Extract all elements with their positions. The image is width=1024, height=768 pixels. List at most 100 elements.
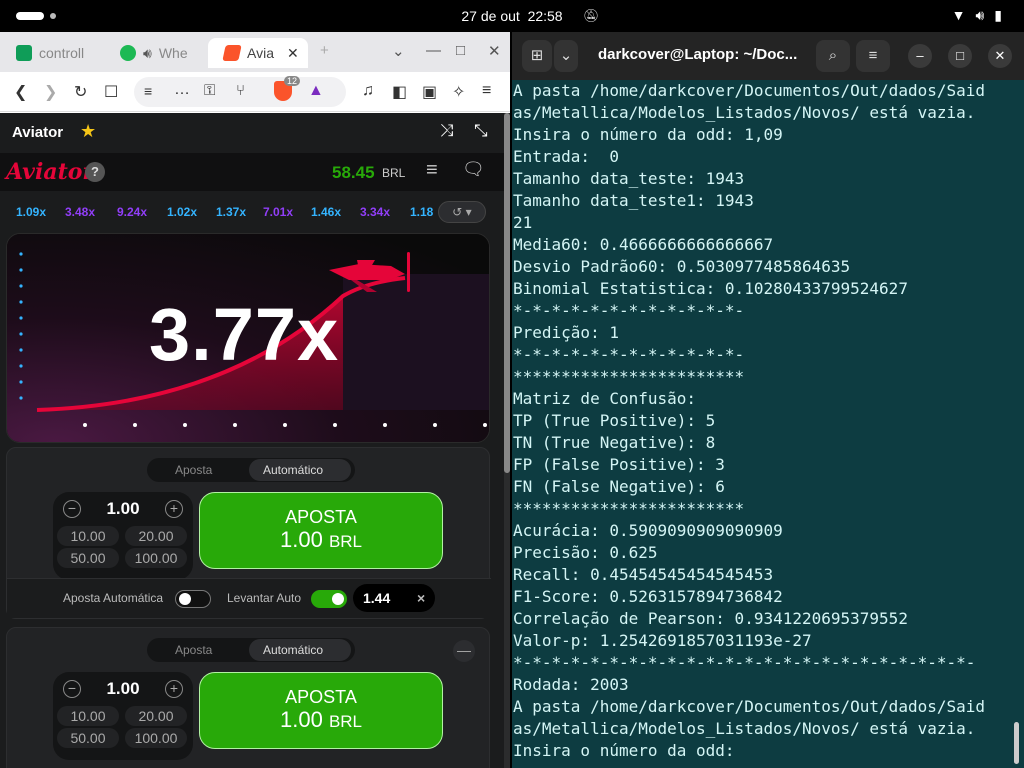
- site-settings-icon[interactable]: ≡: [144, 83, 152, 99]
- key-icon[interactable]: ⚿: [204, 82, 215, 99]
- history-toggle-button[interactable]: ↺ ▾: [438, 201, 486, 223]
- spotify-icon: [120, 45, 136, 61]
- increase-amount-button[interactable]: +: [165, 500, 183, 518]
- auto-settings-row: Aposta Automática Levantar Auto 1.44 ×: [7, 578, 491, 618]
- close-tab-icon[interactable]: ✕: [287, 45, 299, 62]
- terminal-line: Matriz de Confusão:: [513, 389, 697, 408]
- tab-label: Avia: [247, 45, 274, 61]
- decrease-amount-button[interactable]: −: [63, 500, 81, 518]
- bookmark-icon[interactable]: ☐: [104, 82, 118, 102]
- quick-amount-chip[interactable]: 10.00: [57, 526, 119, 546]
- back-icon[interactable]: ❮: [14, 82, 27, 102]
- terminal-line: Binomial Estatistica: 0.1028043379952462…: [513, 279, 908, 298]
- new-tab-icon[interactable]: ⊞: [522, 40, 552, 72]
- quick-amount-chip[interactable]: 20.00: [125, 526, 187, 546]
- chat-icon[interactable]: 🗨︎: [462, 159, 485, 180]
- terminal-scrollbar[interactable]: [1014, 722, 1019, 764]
- terminal-title: darkcover@Laptop: ~/Doc...: [598, 46, 798, 63]
- history-multiplier[interactable]: 1.37x: [216, 205, 246, 219]
- history-multiplier[interactable]: 1.46x: [311, 205, 341, 219]
- maximize-icon[interactable]: □: [456, 42, 465, 59]
- bet-mode-switch: Aposta Automático: [147, 458, 355, 482]
- decrease-amount-button[interactable]: −: [63, 680, 81, 698]
- history-multiplier[interactable]: 3.48x: [65, 205, 95, 219]
- tab-aviator[interactable]: Avia ✕: [208, 38, 308, 68]
- terminal-line: A pasta /home/darkcover/Documentos/Out/d…: [513, 81, 986, 100]
- leo-ai-icon[interactable]: ✧: [452, 82, 465, 102]
- brave-rewards-icon[interactable]: ▲: [308, 82, 324, 100]
- bet-amount-value[interactable]: 1.00: [83, 499, 163, 519]
- x-axis-dot: [83, 423, 87, 427]
- history-multiplier[interactable]: 1.09x: [16, 205, 46, 219]
- system-status-icons[interactable]: ▼🔊︎▮: [952, 7, 1012, 24]
- tab-auto[interactable]: Automático: [263, 643, 323, 657]
- maximize-icon[interactable]: □: [948, 44, 972, 68]
- x-axis-dot: [233, 423, 237, 427]
- y-axis-dot: [19, 300, 23, 304]
- forward-icon[interactable]: ❯: [44, 82, 57, 102]
- close-icon[interactable]: ✕: [988, 44, 1012, 68]
- quick-amount-chip[interactable]: 20.00: [125, 706, 187, 726]
- favorite-star-icon[interactable]: ★: [80, 121, 96, 142]
- current-multiplier: 3.77x: [149, 293, 340, 376]
- hamburger-menu-icon[interactable]: ≡: [856, 40, 890, 72]
- sheets-icon: [16, 45, 32, 61]
- fullscreen-icon[interactable]: ⤡: [474, 121, 488, 141]
- aviator-page: Aviator ★ ⤨ ⤡ Aviator ? 58.45 BRL ≡ 🗨︎ 1…: [0, 113, 504, 768]
- hamburger-menu-icon[interactable]: ≡: [426, 159, 446, 183]
- terminal-line: *-*-*-*-*-*-*-*-*-*-*-*-*-*-*-*-*-*-*-*-…: [513, 653, 976, 672]
- quick-amount-chip[interactable]: 50.00: [57, 728, 119, 748]
- tab-menu-chevron-icon[interactable]: ⌄: [554, 40, 578, 72]
- tab-bet[interactable]: Aposta: [175, 463, 212, 477]
- terminal-line: Valor-p: 1.2542691857031193e-27: [513, 631, 812, 650]
- close-window-icon[interactable]: ✕: [488, 42, 501, 60]
- quick-amount-chip[interactable]: 50.00: [57, 548, 119, 568]
- terminal-header-bar: ⊞ ⌄ darkcover@Laptop: ~/Doc... ⌕ ≡ – □ ✕: [512, 32, 1024, 80]
- quick-amount-chip[interactable]: 100.00: [125, 728, 187, 748]
- shuffle-icon[interactable]: ⤨: [440, 121, 454, 141]
- history-multiplier[interactable]: 1.02x: [167, 205, 197, 219]
- terminal-line: TN (True Negative): 8: [513, 433, 716, 452]
- reload-icon[interactable]: ↻: [74, 82, 87, 102]
- y-axis-dot: [19, 396, 23, 400]
- tab-list-icon[interactable]: ⌄: [392, 42, 405, 60]
- terminal-line: Desvio Padrão60: 0.5030977485864635: [513, 257, 851, 276]
- share-icon[interactable]: ⑂: [236, 82, 245, 99]
- history-multiplier[interactable]: 9.24x: [117, 205, 147, 219]
- clear-cashout-icon[interactable]: ×: [417, 590, 425, 606]
- cashout-input[interactable]: 1.44 ×: [353, 584, 435, 612]
- minimize-icon[interactable]: –: [908, 44, 932, 68]
- history-multiplier[interactable]: 3.34x: [360, 205, 390, 219]
- history-multiplier[interactable]: 7.01x: [263, 205, 293, 219]
- browser-window: controll 🔊︎ Whe Avia ✕ + ⌄ — □ ✕ ❮ ❯ ↻ ☐…: [0, 32, 510, 768]
- bet-amount-value[interactable]: 1.00: [83, 679, 163, 699]
- notifications-off-icon: 🔕︎: [583, 8, 600, 23]
- tab-auto[interactable]: Automático: [263, 463, 323, 477]
- tab-bet[interactable]: Aposta: [175, 643, 212, 657]
- terminal-output[interactable]: A pasta /home/darkcover/Documentos/Out/d…: [513, 80, 1013, 768]
- menu-icon[interactable]: ≡: [482, 82, 491, 100]
- quick-amount-chip[interactable]: 100.00: [125, 548, 187, 568]
- tab-sheets[interactable]: controll: [0, 38, 100, 68]
- remove-panel-button[interactable]: —: [453, 640, 475, 662]
- scrollbar-thumb[interactable]: [504, 113, 510, 473]
- wallet-icon[interactable]: ▣: [422, 82, 437, 102]
- page-scrollbar[interactable]: [504, 113, 510, 768]
- auto-bet-toggle[interactable]: [175, 590, 211, 608]
- increase-amount-button[interactable]: +: [165, 680, 183, 698]
- sidebar-icon[interactable]: ◧: [392, 82, 407, 102]
- tab-spotify[interactable]: 🔊︎ Whe: [104, 38, 204, 68]
- place-bet-button[interactable]: APOSTA 1.00 BRL: [199, 672, 443, 749]
- quick-amount-chip[interactable]: 10.00: [57, 706, 119, 726]
- history-multiplier[interactable]: 1.18: [410, 205, 433, 219]
- minimize-icon[interactable]: —: [426, 42, 441, 59]
- clock[interactable]: 27 de out 22:58: [0, 8, 1024, 24]
- x-axis-dot: [483, 423, 487, 427]
- help-icon[interactable]: ?: [85, 162, 105, 182]
- new-tab-icon[interactable]: +: [320, 42, 329, 59]
- place-bet-button[interactable]: APOSTA 1.00 BRL: [199, 492, 443, 569]
- auto-cashout-toggle[interactable]: [311, 590, 347, 608]
- media-icon[interactable]: ♫: [362, 82, 374, 100]
- search-icon[interactable]: ⌕: [816, 40, 850, 72]
- bet-button-label: APOSTA: [285, 507, 357, 527]
